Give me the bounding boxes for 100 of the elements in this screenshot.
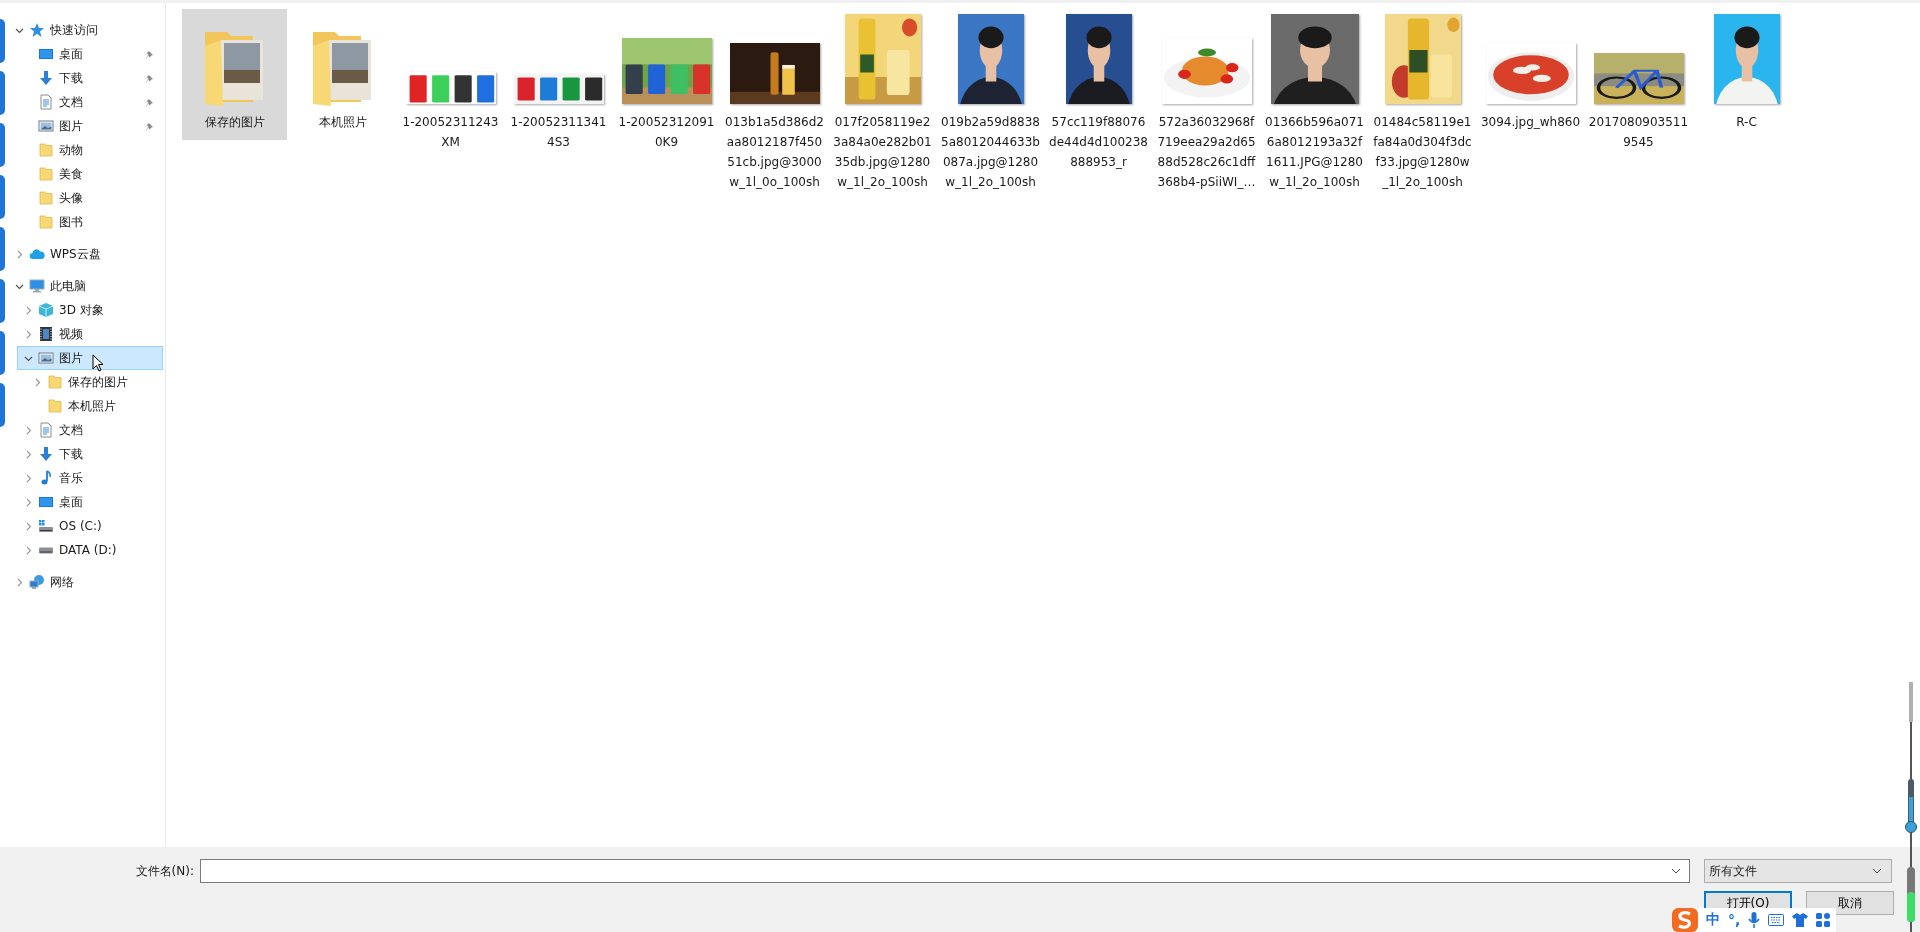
- sidebar-label: 视频: [59, 325, 83, 343]
- sidebar-label: 图片: [59, 349, 83, 367]
- file-item[interactable]: 1-20052311243XM: [398, 9, 503, 160]
- cancel-button[interactable]: 取消: [1806, 891, 1894, 915]
- sidebar-item[interactable]: 桌面: [17, 42, 163, 66]
- file-name: 013b1a5d386d2aa8012187f45051cb.jpg@3000w_1l_0o_100sh: [724, 114, 825, 191]
- folder-icon: [38, 190, 54, 206]
- file-item[interactable]: 1-200523120910K9: [614, 9, 719, 160]
- dropdown-caret-icon[interactable]: [1671, 868, 1681, 874]
- filename-field[interactable]: [200, 859, 1690, 883]
- computer-icon: [29, 278, 45, 294]
- sidebar-label: 头像: [59, 189, 83, 207]
- sidebar-item[interactable]: 文档: [17, 418, 163, 442]
- filename-label: 文件名(N):: [134, 862, 195, 880]
- file-item[interactable]: 01366b596a0716a8012193a32f1611.JPG@1280w_1l_2o_100sh: [1262, 9, 1367, 200]
- file-item[interactable]: 1-200523113414S3: [506, 9, 611, 160]
- network-icon: [29, 574, 45, 590]
- sidebar-label: 文档: [59, 421, 83, 439]
- sidebar-item[interactable]: 美食: [17, 162, 163, 186]
- grid-icon[interactable]: [1816, 913, 1831, 927]
- folder-icon: [38, 214, 54, 230]
- keyboard-icon[interactable]: [1768, 914, 1785, 926]
- dropdown-caret-icon: [1872, 868, 1882, 874]
- drive-icon: [38, 518, 54, 534]
- sidebar-label: 保存的图片: [68, 373, 128, 391]
- sidebar-item[interactable]: 视频: [17, 322, 163, 346]
- file-item[interactable]: 保存的图片: [182, 9, 287, 140]
- sidebar-label: 本机照片: [68, 397, 116, 415]
- folder-icon: [47, 374, 63, 390]
- sidebar-item[interactable]: DATA (D:): [17, 538, 163, 562]
- cloud-icon: [29, 246, 45, 262]
- image-icon: [38, 118, 54, 134]
- monitor-icon: [38, 494, 54, 510]
- sidebar-item[interactable]: 快速访问: [17, 18, 163, 42]
- file-name: 01366b596a0716a8012193a32f1611.JPG@1280w_1l_2o_100sh: [1264, 114, 1365, 191]
- folder-icon: [38, 166, 54, 182]
- sidebar-item[interactable]: 桌面: [17, 490, 163, 514]
- sidebar-item[interactable]: 下载: [17, 66, 163, 90]
- file-name: 1-200523120910K9: [617, 114, 716, 151]
- file-name: 01484c58119e1fa84a0d304f3dcf33.jpg@1280w_1l_2o_100sh: [1372, 114, 1473, 191]
- file-item[interactable]: 20170809035119545: [1586, 9, 1691, 160]
- file-name: R-C: [1735, 114, 1758, 131]
- shirt-icon[interactable]: [1792, 913, 1809, 927]
- sidebar-item[interactable]: 文档: [17, 90, 163, 114]
- image-icon: [38, 350, 54, 366]
- sidebar-label: 美食: [59, 165, 83, 183]
- sidebar-label: 网络: [50, 573, 74, 591]
- sidebar-label: 快速访问: [50, 21, 98, 39]
- folder-icon: [47, 398, 63, 414]
- input-method-logo-icon[interactable]: [1672, 908, 1698, 932]
- sidebar-label: 音乐: [59, 469, 83, 487]
- file-name: 保存的图片: [203, 114, 266, 131]
- cube-icon: [38, 302, 54, 318]
- sidebar-label: 下载: [59, 445, 83, 463]
- sidebar-label: DATA (D:): [59, 543, 117, 557]
- sidebar-item[interactable]: 网络: [17, 570, 163, 594]
- file-item[interactable]: 01484c58119e1fa84a0d304f3dcf33.jpg@1280w_1l_2o_100sh: [1370, 9, 1475, 200]
- sidebar-item[interactable]: 3D 对象: [17, 298, 163, 322]
- file-name: 1-200523113414S3: [509, 114, 608, 151]
- file-item[interactable]: 013b1a5d386d2aa8012187f45051cb.jpg@3000w_1l_0o_100sh: [722, 9, 827, 200]
- sidebar-label: 下载: [59, 69, 83, 87]
- sidebar-item[interactable]: OS (C:): [17, 514, 163, 538]
- film-icon: [38, 326, 54, 342]
- punctuation-toggle[interactable]: °,: [1728, 912, 1741, 928]
- file-item[interactable]: 3094.jpg_wh860: [1478, 9, 1583, 140]
- sidebar-label: 文档: [59, 93, 83, 111]
- file-item[interactable]: 本机照片: [290, 9, 395, 140]
- microphone-icon[interactable]: [1748, 912, 1761, 928]
- sidebar-item[interactable]: 图片: [17, 114, 163, 138]
- sidebar-item[interactable]: 保存的图片: [17, 370, 163, 394]
- sidebar-label: OS (C:): [59, 519, 102, 533]
- sidebar-item[interactable]: 音乐: [17, 466, 163, 490]
- file-item[interactable]: R-C: [1694, 9, 1799, 140]
- sidebar-item[interactable]: 图片: [17, 346, 163, 370]
- file-item[interactable]: 572a36032968f719eea29a2d6588d528c26c1dff368b4-pSiiWI_…: [1154, 9, 1259, 200]
- document-icon: [38, 422, 54, 438]
- star-icon: [29, 22, 45, 38]
- sidebar-label: WPS云盘: [50, 245, 101, 263]
- sidebar-label: 3D 对象: [59, 301, 104, 319]
- sidebar-item[interactable]: 下载: [17, 442, 163, 466]
- sidebar-label: 桌面: [59, 493, 83, 511]
- mouse-pointer-icon: [92, 354, 104, 372]
- monitor-icon: [38, 46, 54, 62]
- sidebar-item[interactable]: 动物: [17, 138, 163, 162]
- sidebar-item[interactable]: 本机照片: [17, 394, 163, 418]
- sidebar-item[interactable]: WPS云盘: [17, 242, 163, 266]
- file-name: 20170809035119545: [1588, 114, 1689, 151]
- file-item[interactable]: 57cc119f88076de44d4d100238888953_r: [1046, 9, 1151, 180]
- folder-icon: [38, 142, 54, 158]
- sidebar-item[interactable]: 图书: [17, 210, 163, 234]
- file-name: 572a36032968f719eea29a2d6588d528c26c1dff368b4-pSiiWI_…: [1156, 114, 1257, 191]
- sidebar-label: 动物: [59, 141, 83, 159]
- download-icon: [38, 446, 54, 462]
- sidebar-item[interactable]: 头像: [17, 186, 163, 210]
- sidebar-item[interactable]: 此电脑: [17, 274, 163, 298]
- file-item[interactable]: 017f2058119e23a84a0e282b0135db.jpg@1280w_1l_2o_100sh: [830, 9, 935, 200]
- file-type-dropdown[interactable]: 所有文件: [1704, 859, 1892, 883]
- file-item[interactable]: 019b2a59d88385a8012044633b087a.jpg@1280w_1l_2o_100sh: [938, 9, 1043, 200]
- drive-icon: [38, 546, 54, 554]
- download-icon: [38, 70, 54, 86]
